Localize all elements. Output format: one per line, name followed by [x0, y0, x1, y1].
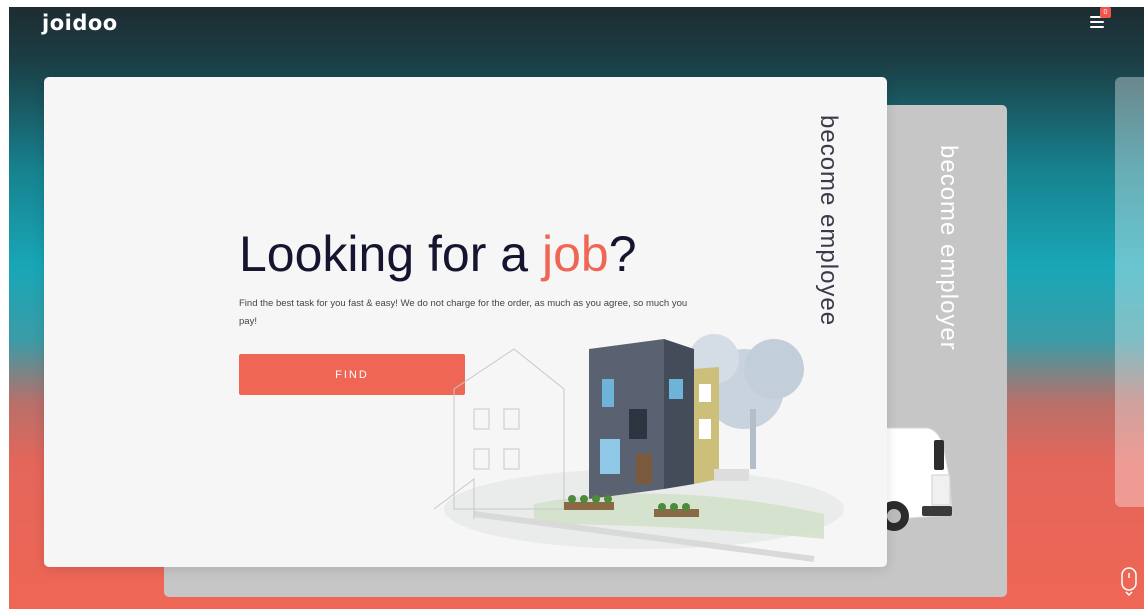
mouse-scroll-icon[interactable]	[1119, 567, 1139, 597]
headline-suffix: ?	[608, 226, 637, 282]
card-become-employee[interactable]: become employee Looking for a job? Find …	[44, 77, 887, 567]
hamburger-menu-icon-bar	[1090, 21, 1104, 23]
page-title: Looking for a job?	[239, 225, 637, 283]
houses-illustration	[433, 334, 844, 562]
notification-badge: 0	[1100, 7, 1111, 18]
headline-prefix: Looking for a	[239, 226, 542, 282]
card-side-label: become employer	[935, 145, 962, 351]
hamburger-menu-icon-bar	[1090, 26, 1104, 28]
card-far-right[interactable]	[1115, 77, 1144, 507]
menu-button[interactable]: 0	[1090, 7, 1112, 30]
logo[interactable]: joidoo	[42, 11, 118, 35]
window-frame-left	[0, 0, 9, 609]
card-side-label: become employee	[815, 115, 842, 327]
van-illustration	[882, 427, 953, 531]
window-frame-top	[0, 0, 1144, 7]
headline-accent: job	[541, 226, 609, 282]
